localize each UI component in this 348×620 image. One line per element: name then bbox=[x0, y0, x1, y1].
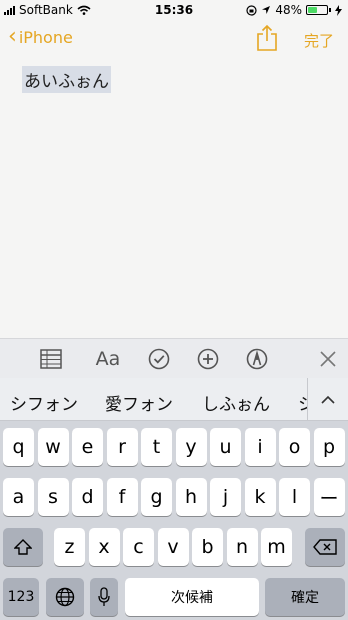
back-label: iPhone bbox=[18, 27, 73, 47]
shift-icon bbox=[14, 539, 32, 555]
key-1-row1[interactable]: w bbox=[37, 428, 69, 466]
status-bar: SoftBank 15:36 48% bbox=[0, 0, 348, 20]
key-5-row3[interactable]: n bbox=[226, 528, 258, 566]
nav-bar: ‹ iPhone 完了 bbox=[0, 24, 348, 56]
key-4-row3[interactable]: b bbox=[192, 528, 223, 566]
mic-key[interactable] bbox=[90, 578, 118, 616]
charging-icon bbox=[335, 4, 342, 16]
status-right: 48% bbox=[246, 3, 342, 17]
shift-key[interactable] bbox=[3, 528, 43, 566]
key-1-row3[interactable]: x bbox=[88, 528, 120, 566]
battery-fill bbox=[308, 7, 317, 13]
key-7-row1[interactable]: i bbox=[244, 428, 276, 466]
globe-icon bbox=[55, 587, 75, 607]
key-3-row3[interactable]: v bbox=[157, 528, 189, 566]
key-4-row1[interactable]: t bbox=[141, 428, 172, 466]
numbers-key[interactable]: 123 bbox=[3, 578, 39, 616]
backspace-icon bbox=[313, 539, 337, 555]
key-6-row2[interactable]: j bbox=[210, 478, 241, 516]
candidate-item[interactable]: しふぉん bbox=[202, 390, 270, 415]
key-5-row1[interactable]: y bbox=[175, 428, 207, 466]
key-0-row1[interactable]: q bbox=[3, 428, 34, 466]
next-candidate-key[interactable]: 次候補 bbox=[125, 578, 259, 616]
key-1-row2[interactable]: s bbox=[37, 478, 69, 516]
key-0-row3[interactable]: z bbox=[54, 528, 85, 566]
key-0-row2[interactable]: a bbox=[3, 478, 34, 516]
backspace-key[interactable] bbox=[305, 528, 345, 566]
key-3-row1[interactable]: r bbox=[106, 428, 138, 466]
key-2-row1[interactable]: e bbox=[72, 428, 103, 466]
note-toolbar: Aa bbox=[0, 338, 348, 379]
back-button[interactable]: ‹ iPhone bbox=[8, 26, 73, 48]
key-2-row2[interactable]: d bbox=[72, 478, 103, 516]
markup-icon[interactable] bbox=[245, 347, 269, 371]
chevron-up-icon bbox=[321, 395, 335, 404]
candidate-expand-button[interactable] bbox=[307, 378, 348, 420]
key-6-row3[interactable]: m bbox=[261, 528, 292, 566]
key-3-row2[interactable]: f bbox=[106, 478, 138, 516]
checklist-icon[interactable] bbox=[147, 347, 171, 371]
keyboard: シしふぉん愛フォンシフォン 123 bbox=[0, 378, 348, 620]
key-7-row2[interactable]: k bbox=[244, 478, 276, 516]
add-icon[interactable] bbox=[196, 347, 220, 371]
key-5-row2[interactable]: h bbox=[175, 478, 207, 516]
key-2-row3[interactable]: c bbox=[123, 528, 154, 566]
key-4-row2[interactable]: g bbox=[141, 478, 172, 516]
key-8-row2[interactable]: l bbox=[279, 478, 310, 516]
candidate-item[interactable]: シフォン bbox=[10, 390, 78, 415]
rotation-lock-icon bbox=[246, 4, 257, 16]
share-icon[interactable] bbox=[254, 24, 280, 52]
note-text[interactable]: あいふぉん bbox=[22, 66, 111, 93]
key-8-row1[interactable]: o bbox=[279, 428, 310, 466]
battery-cap bbox=[329, 8, 331, 12]
globe-key[interactable] bbox=[46, 578, 84, 616]
format-text-icon[interactable]: Aa bbox=[93, 347, 123, 371]
microphone-icon bbox=[98, 587, 110, 606]
close-icon[interactable] bbox=[316, 347, 340, 371]
candidate-bar: シしふぉん愛フォンシフォン bbox=[0, 378, 348, 421]
key-6-row1[interactable]: u bbox=[210, 428, 241, 466]
key-9-row2[interactable]: ー bbox=[313, 478, 345, 516]
candidate-item[interactable]: 愛フォン bbox=[105, 390, 173, 415]
chevron-left-icon: ‹ bbox=[8, 24, 17, 49]
done-button[interactable]: 完了 bbox=[304, 30, 334, 51]
battery-percent: 48% bbox=[275, 3, 302, 17]
battery-icon bbox=[306, 5, 328, 15]
key-9-row1[interactable]: p bbox=[313, 428, 345, 466]
confirm-key[interactable]: 確定 bbox=[265, 578, 345, 616]
table-icon[interactable] bbox=[39, 347, 63, 371]
location-icon bbox=[262, 6, 271, 14]
